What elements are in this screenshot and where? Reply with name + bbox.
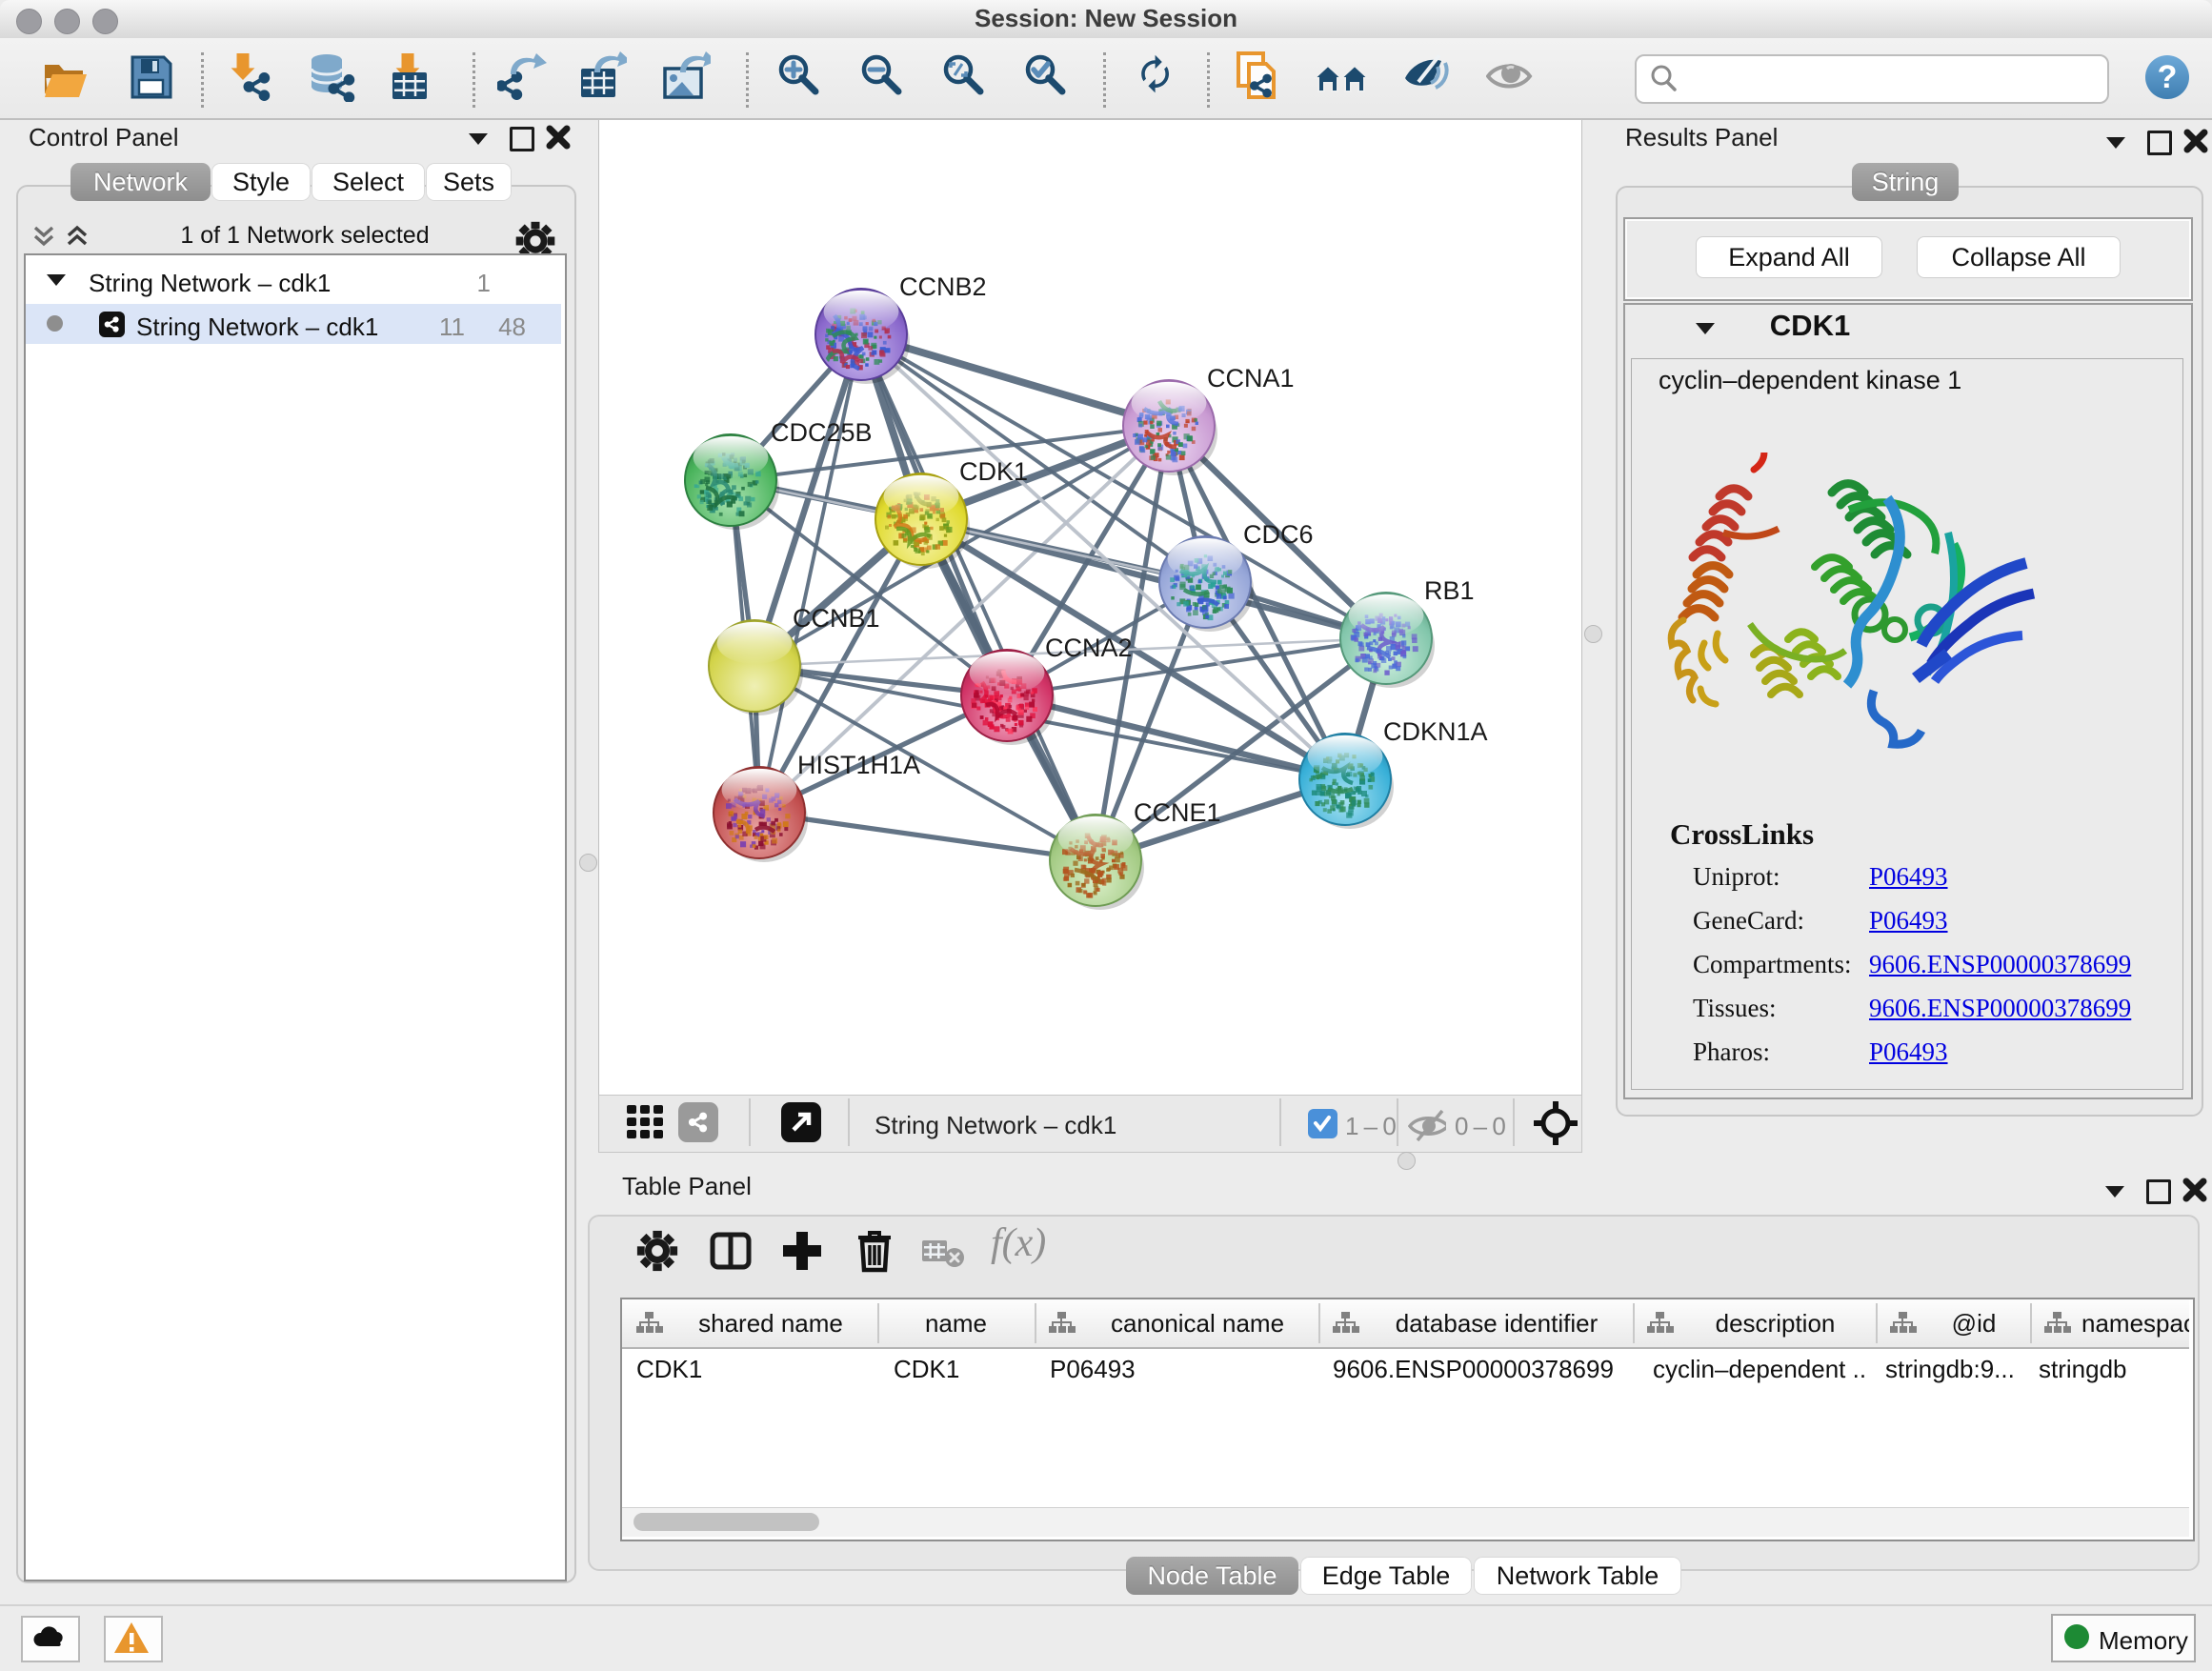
- svg-text:CDKN1A: CDKN1A: [1383, 717, 1488, 746]
- svg-text:CDC25B: CDC25B: [771, 418, 873, 447]
- svg-text:CDK1: CDK1: [959, 457, 1028, 486]
- svg-text:CCNA2: CCNA2: [1045, 634, 1133, 662]
- svg-text:CCNA1: CCNA1: [1207, 364, 1295, 393]
- svg-text:HIST1H1A: HIST1H1A: [797, 751, 920, 779]
- svg-text:CDC6: CDC6: [1243, 520, 1314, 549]
- svg-text:CCNE1: CCNE1: [1134, 798, 1221, 827]
- svg-text:CCNB2: CCNB2: [899, 272, 987, 301]
- svg-text:CCNB1: CCNB1: [793, 604, 880, 633]
- svg-text:RB1: RB1: [1424, 576, 1475, 605]
